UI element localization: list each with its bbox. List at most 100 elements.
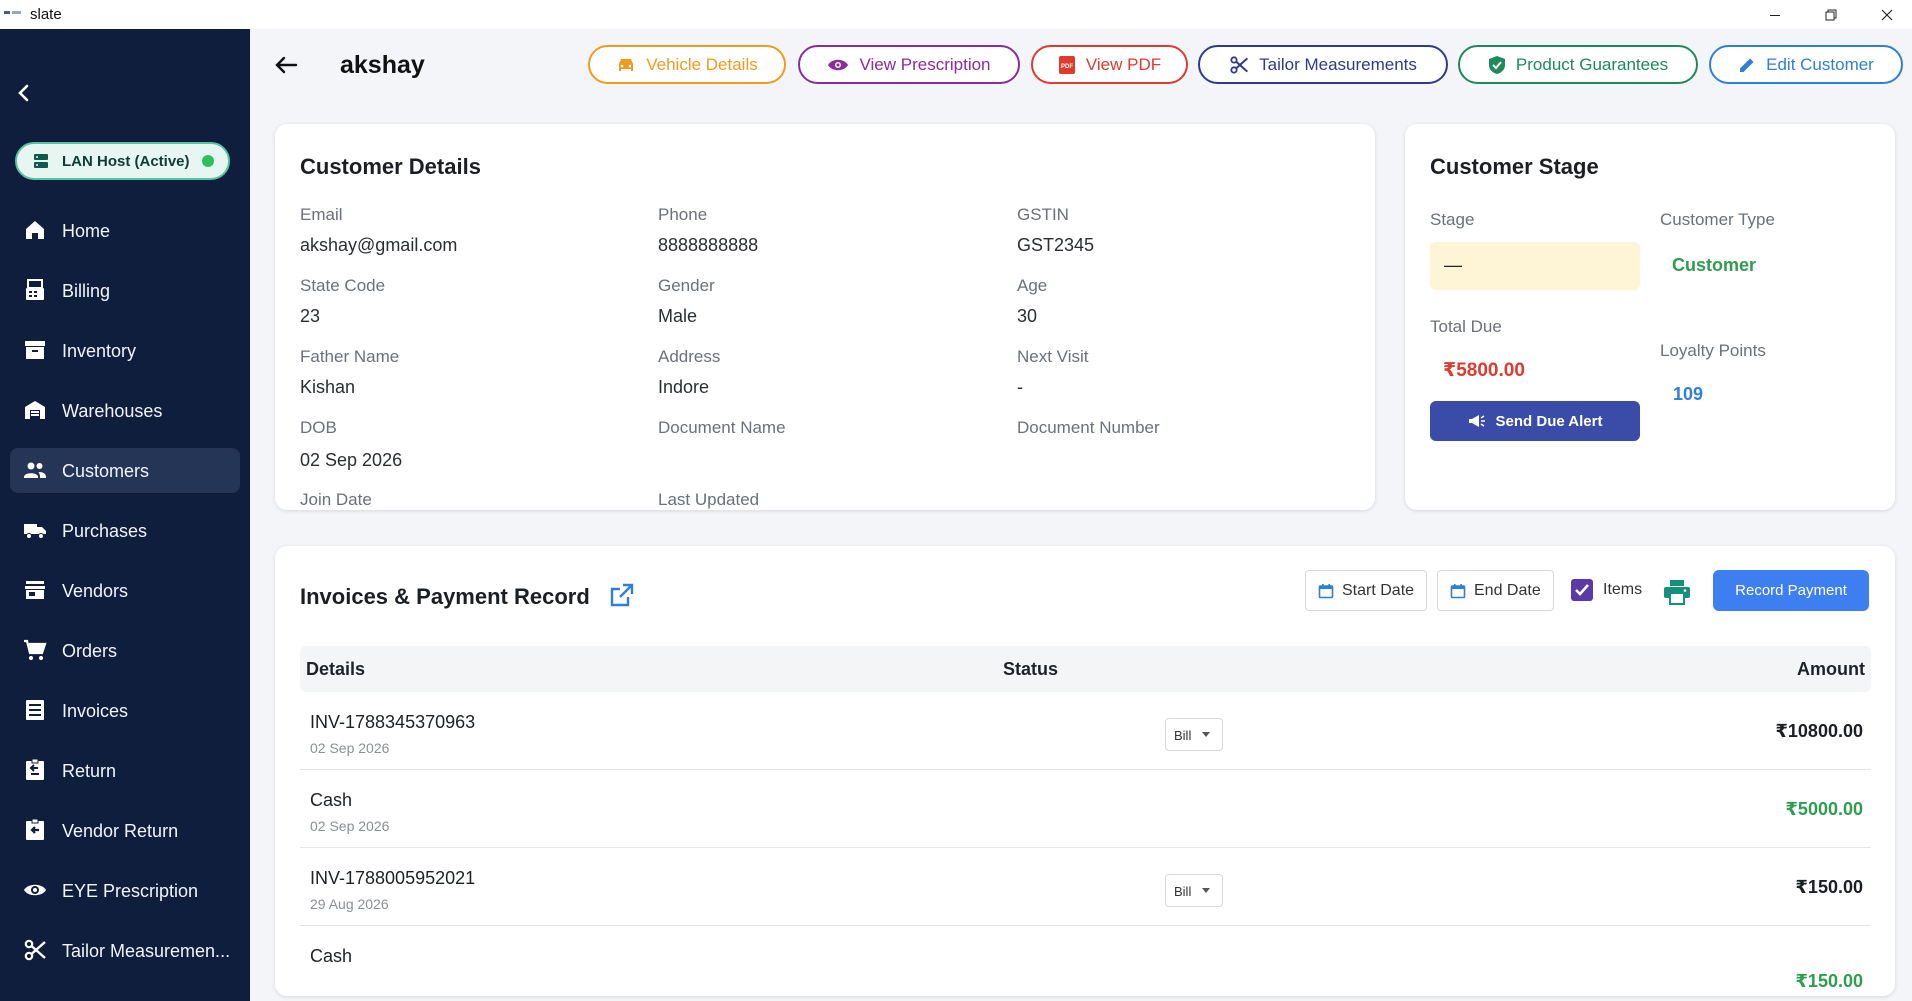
column-header-details: Details [306, 659, 366, 679]
megaphone-icon [1468, 415, 1485, 427]
next-visit-label: Next Visit [1017, 347, 1089, 366]
product-guarantees-button[interactable]: Product Guarantees [1458, 45, 1698, 84]
sidebar-item-label: Vendor Return [62, 821, 179, 841]
status-dropdown[interactable]: Bill [1165, 718, 1223, 751]
caret-down-icon [1202, 888, 1210, 893]
age-label: Age [1017, 276, 1048, 295]
end-date-button[interactable]: End Date [1437, 570, 1554, 611]
lan-status-label: LAN Host (Active) [62, 153, 190, 170]
sidebar-nav: Home Billing Inventory Warehouses Custom… [0, 202, 250, 982]
caret-down-icon [1202, 732, 1210, 737]
eye-icon [24, 884, 46, 896]
vehicle-details-button[interactable]: Vehicle Details [588, 45, 786, 84]
items-checkbox[interactable] [1570, 578, 1594, 602]
sidebar-item-orders[interactable]: Orders [0, 622, 250, 682]
row-title: INV-1788345370963 [310, 712, 476, 732]
scissors-icon [1230, 55, 1249, 74]
phone-label: Phone [658, 205, 708, 224]
record-payment-button[interactable]: Record Payment [1713, 570, 1869, 611]
sidebar-item-label: Vendors [62, 581, 129, 601]
lan-status-badge[interactable]: LAN Host (Active) [15, 142, 230, 180]
stage-value[interactable]: — [1430, 242, 1640, 290]
gender-value: Male [658, 306, 698, 326]
column-header-status: Status [1003, 659, 1059, 679]
table-row[interactable]: INV-1788005952021 29 Aug 2026 Bill ₹150.… [300, 849, 1871, 926]
invoices-card: Invoices & Payment Record Start Date End… [275, 546, 1895, 996]
back-arrow-icon[interactable] [272, 51, 300, 79]
last-updated-label: Last Updated [658, 490, 760, 509]
next-visit-value: - [1017, 377, 1023, 397]
view-prescription-button[interactable]: View Prescription [798, 45, 1020, 84]
warehouse-icon [25, 401, 45, 419]
scissors-icon [24, 939, 46, 961]
customers-icon [24, 462, 46, 478]
loyalty-points-label: Loyalty Points [1660, 341, 1766, 360]
car-icon [619, 58, 634, 71]
table-row[interactable]: Cash ₹150.00 [300, 927, 1871, 996]
sidebar-item-billing[interactable]: Billing [0, 262, 250, 322]
collapse-sidebar-icon[interactable] [10, 79, 38, 107]
pencil-icon [1740, 58, 1754, 72]
sidebar-item-vendor-return[interactable]: Vendor Return [0, 802, 250, 862]
pdf-icon: PDF [1058, 55, 1075, 74]
minimize-icon [1770, 14, 1780, 16]
truck-icon [24, 524, 46, 539]
dob-value: 02 Sep 2026 [300, 450, 403, 470]
view-pdf-button[interactable]: PDF View PDF [1031, 45, 1188, 84]
state-code-value: 23 [300, 306, 321, 326]
row-date: 02 Sep 2026 [310, 740, 390, 756]
total-due-value: ₹5800.00 [1443, 360, 1525, 381]
send-due-alert-button[interactable]: Send Due Alert [1430, 401, 1640, 441]
customer-name-title: akshay [340, 51, 425, 79]
phone-value: 8888888888 [658, 235, 759, 255]
sidebar-item-invoices[interactable]: Invoices [0, 682, 250, 742]
row-date: 02 Sep 2026 [310, 818, 390, 834]
close-button[interactable] [1864, 0, 1910, 29]
sidebar-item-inventory[interactable]: Inventory [0, 322, 250, 382]
loyalty-points-value: 109 [1673, 384, 1704, 404]
home-icon [26, 221, 44, 239]
maximize-button[interactable] [1808, 0, 1854, 29]
row-title: INV-1788005952021 [310, 868, 476, 888]
row-amount: ₹150.00 [1795, 971, 1863, 991]
table-header: Details Status Amount [300, 646, 1871, 692]
sidebar-item-return[interactable]: Return [0, 742, 250, 802]
start-date-button[interactable]: Start Date [1305, 570, 1428, 611]
card-title: Customer Details [300, 154, 481, 179]
father-name-label: Father Name [300, 347, 400, 366]
sidebar-item-vendors[interactable]: Vendors [0, 562, 250, 622]
sidebar-item-eye-prescription[interactable]: EYE Prescription [0, 862, 250, 922]
edit-customer-button[interactable]: Edit Customer [1709, 45, 1903, 84]
sidebar-item-label: Orders [62, 641, 118, 661]
card-title: Invoices & Payment Record [300, 584, 590, 609]
print-icon[interactable] [1663, 579, 1691, 605]
table-row[interactable]: INV-1788345370963 02 Sep 2026 Bill ₹1080… [300, 693, 1871, 770]
sidebar-item-tailor-measurements[interactable]: Tailor Measuremen... [0, 922, 250, 982]
cart-icon [24, 639, 47, 660]
sidebar-item-home[interactable]: Home [0, 202, 250, 262]
sidebar-item-label: Warehouses [62, 401, 163, 421]
join-date-label: Join Date [300, 490, 372, 509]
sidebar-item-warehouses[interactable]: Warehouses [0, 382, 250, 442]
tailor-measurements-button[interactable]: Tailor Measurements [1198, 45, 1448, 84]
send-due-alert-label: Send Due Alert [1495, 412, 1603, 430]
sidebar-item-label: Invoices [62, 701, 129, 721]
customer-type-label: Customer Type [1660, 210, 1775, 229]
billing-icon [26, 279, 44, 300]
sidebar-item-customers[interactable]: Customers [0, 442, 250, 502]
return-icon [26, 758, 44, 780]
sidebar-item-label: Inventory [62, 341, 137, 361]
shield-check-icon [1488, 55, 1505, 74]
view-pdf-label: View PDF [1085, 54, 1162, 74]
edit-customer-label: Edit Customer [1766, 54, 1874, 74]
inventory-icon [25, 341, 45, 359]
minimize-button[interactable] [1752, 0, 1798, 29]
sidebar-item-purchases[interactable]: Purchases [0, 502, 250, 562]
status-value: Bill [1174, 728, 1192, 743]
status-dropdown[interactable]: Bill [1165, 874, 1223, 907]
sidebar-item-label: Tailor Measuremen... [62, 941, 231, 961]
open-external-icon[interactable] [609, 582, 635, 608]
table-row[interactable]: Cash 02 Sep 2026 ₹5000.00 [300, 771, 1871, 848]
sidebar-item-label: Home [62, 221, 111, 241]
column-header-amount: Amount [1797, 659, 1865, 679]
